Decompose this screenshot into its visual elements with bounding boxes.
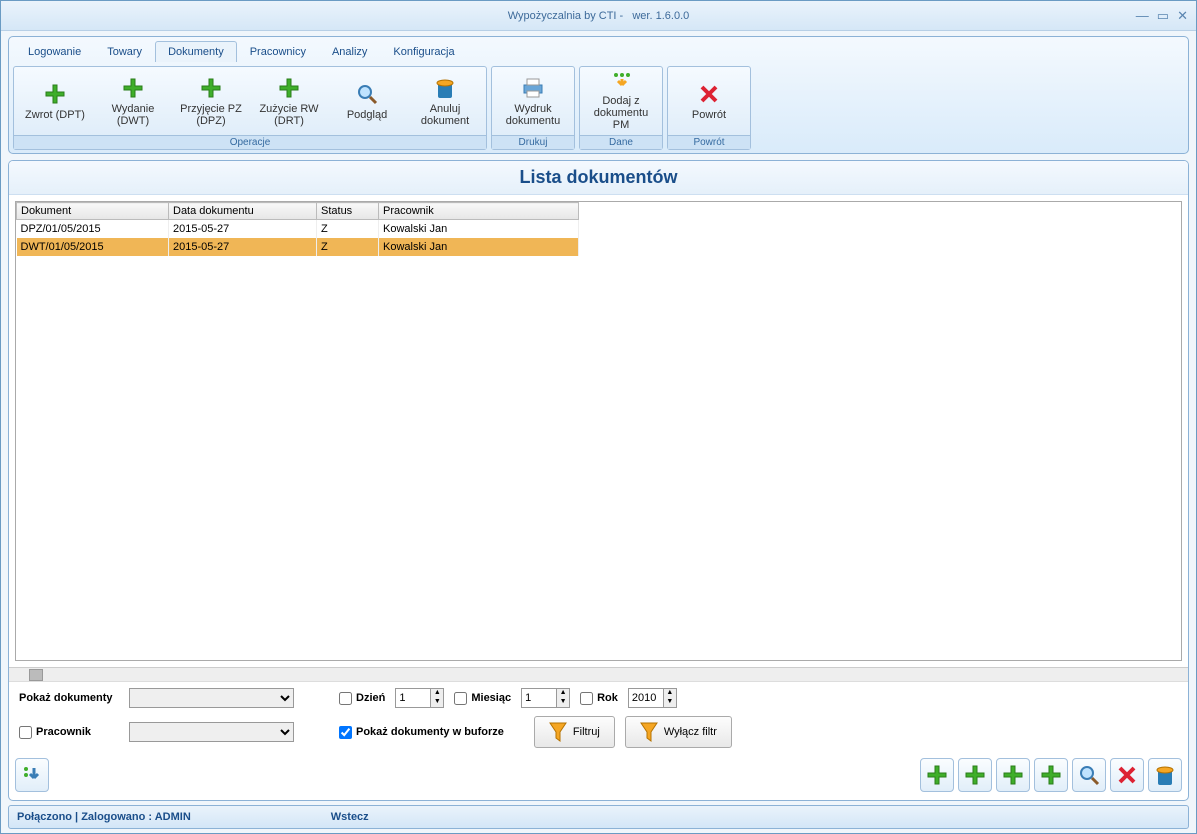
zwrot-dpt-button[interactable]: Zwrot (DPT) (16, 69, 94, 133)
add-3-button[interactable] (996, 758, 1030, 792)
funnel-icon (640, 722, 658, 742)
col-1[interactable]: Data dokumentu (169, 203, 317, 220)
titlebar: Wypożyczalnia by CTI - wer. 1.6.0.0 — ▭ … (1, 1, 1196, 31)
dodaj-z-pm-button[interactable]: Dodaj z dokumentu PM (582, 69, 660, 133)
content-panel: Lista dokumentów DokumentData dokumentuS… (8, 160, 1189, 801)
table-row[interactable]: DWT/01/05/20152015-05-27ZKowalski Jan (17, 238, 579, 256)
maximize-icon[interactable]: ▭ (1157, 8, 1169, 24)
rok-checkbox[interactable] (580, 692, 593, 705)
group-drukuj: Wydruk dokumentu Drukuj (491, 66, 575, 150)
rok-spinner[interactable]: ▲▼ (628, 688, 677, 708)
group-label: Operacje (14, 135, 486, 149)
plus-green-icon (964, 764, 986, 786)
plus-green-icon (198, 75, 224, 101)
bufor-label: Pokaż dokumenty w buforze (356, 726, 504, 738)
documents-table: DokumentData dokumentuStatusPracownik DP… (16, 202, 579, 256)
rok-label: Rok (597, 692, 618, 704)
tab-dokumenty[interactable]: Dokumenty (155, 41, 237, 62)
trash-blue-icon (1154, 763, 1176, 787)
dzien-checkbox[interactable] (339, 692, 352, 705)
wydruk-dokumentu-button[interactable]: Wydruk dokumentu (494, 69, 572, 133)
ribbon: LogowanieTowaryDokumentyPracownicyAnaliz… (8, 36, 1189, 154)
przyjecie-pz-button[interactable]: Przyjęcie PZ (DPZ) (172, 69, 250, 133)
miesiac-spinner[interactable]: ▲▼ (521, 688, 570, 708)
miesiac-checkbox[interactable] (454, 692, 467, 705)
group-operacje: Zwrot (DPT)Wydanie (DWT)Przyjęcie PZ (DP… (13, 66, 487, 150)
scrollbar-horizontal[interactable] (9, 667, 1188, 681)
magnifier-icon (1078, 764, 1100, 786)
plus-green-icon (276, 75, 302, 101)
pracownik-checkbox[interactable] (19, 726, 32, 739)
add-2-button[interactable] (958, 758, 992, 792)
col-3[interactable]: Pracownik (379, 203, 579, 220)
pokaz-dokumenty-select[interactable] (129, 688, 294, 708)
anuluj-dokument-button[interactable]: Anuluj dokument (406, 69, 484, 133)
plus-green-icon (120, 75, 146, 101)
wydanie-dwt-button[interactable]: Wydanie (DWT) (94, 69, 172, 133)
x-red-icon (696, 81, 722, 107)
plus-green-icon (42, 81, 68, 107)
podglad-button[interactable]: Podgląd (328, 69, 406, 133)
group-label: Powrót (668, 135, 750, 149)
tab-towary[interactable]: Towary (94, 41, 155, 62)
x-red-icon (1117, 765, 1137, 785)
page-title: Lista dokumentów (9, 161, 1188, 195)
status-connection: Połączono | Zalogowano : ADMIN (17, 811, 191, 823)
tab-analizy[interactable]: Analizy (319, 41, 380, 62)
wylacz-filtr-button[interactable]: Wyłącz filtr (625, 716, 732, 748)
grid-container[interactable]: DokumentData dokumentuStatusPracownik DP… (15, 201, 1182, 661)
pokaz-dokumenty-label: Pokaż dokumenty (19, 692, 129, 704)
col-2[interactable]: Status (317, 203, 379, 220)
funnel-icon (549, 722, 567, 742)
statusbar: Połączono | Zalogowano : ADMIN Wstecz (8, 805, 1189, 829)
powrot-button[interactable]: Powrót (670, 69, 748, 133)
close-icon[interactable]: ✕ (1177, 8, 1188, 24)
minimize-icon[interactable]: — (1136, 8, 1149, 24)
tab-logowanie[interactable]: Logowanie (15, 41, 94, 62)
filtruj-button[interactable]: Filtruj (534, 716, 615, 748)
down-green-icon (608, 71, 634, 93)
magnifier-icon (354, 81, 380, 107)
app-window: Wypożyczalnia by CTI - wer. 1.6.0.0 — ▭ … (0, 0, 1197, 834)
pracownik-label: Pracownik (36, 726, 91, 738)
filter-panel: Pokaż dokumenty Dzień ▲▼ Miesiąc ▲▼ Rok … (9, 681, 1188, 754)
group-label: Dane (580, 135, 662, 149)
dzien-input[interactable] (396, 689, 430, 707)
status-hint: Wstecz (331, 811, 369, 823)
group-label: Drukuj (492, 135, 574, 149)
miesiac-input[interactable] (522, 689, 556, 707)
down-arrow-blue-icon (22, 765, 42, 785)
table-row[interactable]: DPZ/01/05/20152015-05-27ZKowalski Jan (17, 220, 579, 239)
refresh-down-button[interactable] (15, 758, 49, 792)
pracownik-select[interactable] (129, 722, 294, 742)
group-powrot: Powrót Powrót (667, 66, 751, 150)
tab-konfiguracja[interactable]: Konfiguracja (380, 41, 467, 62)
zuzycie-rw-button[interactable]: Zużycie RW (DRT) (250, 69, 328, 133)
bufor-checkbox[interactable] (339, 726, 352, 739)
dzien-spinner[interactable]: ▲▼ (395, 688, 444, 708)
dzien-label: Dzień (356, 692, 385, 704)
plus-green-icon (926, 764, 948, 786)
tab-pracownicy[interactable]: Pracownicy (237, 41, 319, 62)
group-dane: Dodaj z dokumentu PM Dane (579, 66, 663, 150)
col-0[interactable]: Dokument (17, 203, 169, 220)
printer-icon (520, 75, 546, 101)
bottom-toolbar (9, 754, 1188, 796)
rok-input[interactable] (629, 689, 663, 707)
trash-blue-icon (432, 75, 458, 101)
plus-green-icon (1002, 764, 1024, 786)
delete-button[interactable] (1110, 758, 1144, 792)
miesiac-label: Miesiąc (471, 692, 511, 704)
add-4-button[interactable] (1034, 758, 1068, 792)
bin-button[interactable] (1148, 758, 1182, 792)
view-button[interactable] (1072, 758, 1106, 792)
add-1-button[interactable] (920, 758, 954, 792)
plus-green-icon (1040, 764, 1062, 786)
window-title: Wypożyczalnia by CTI - wer. 1.6.0.0 (508, 10, 689, 22)
